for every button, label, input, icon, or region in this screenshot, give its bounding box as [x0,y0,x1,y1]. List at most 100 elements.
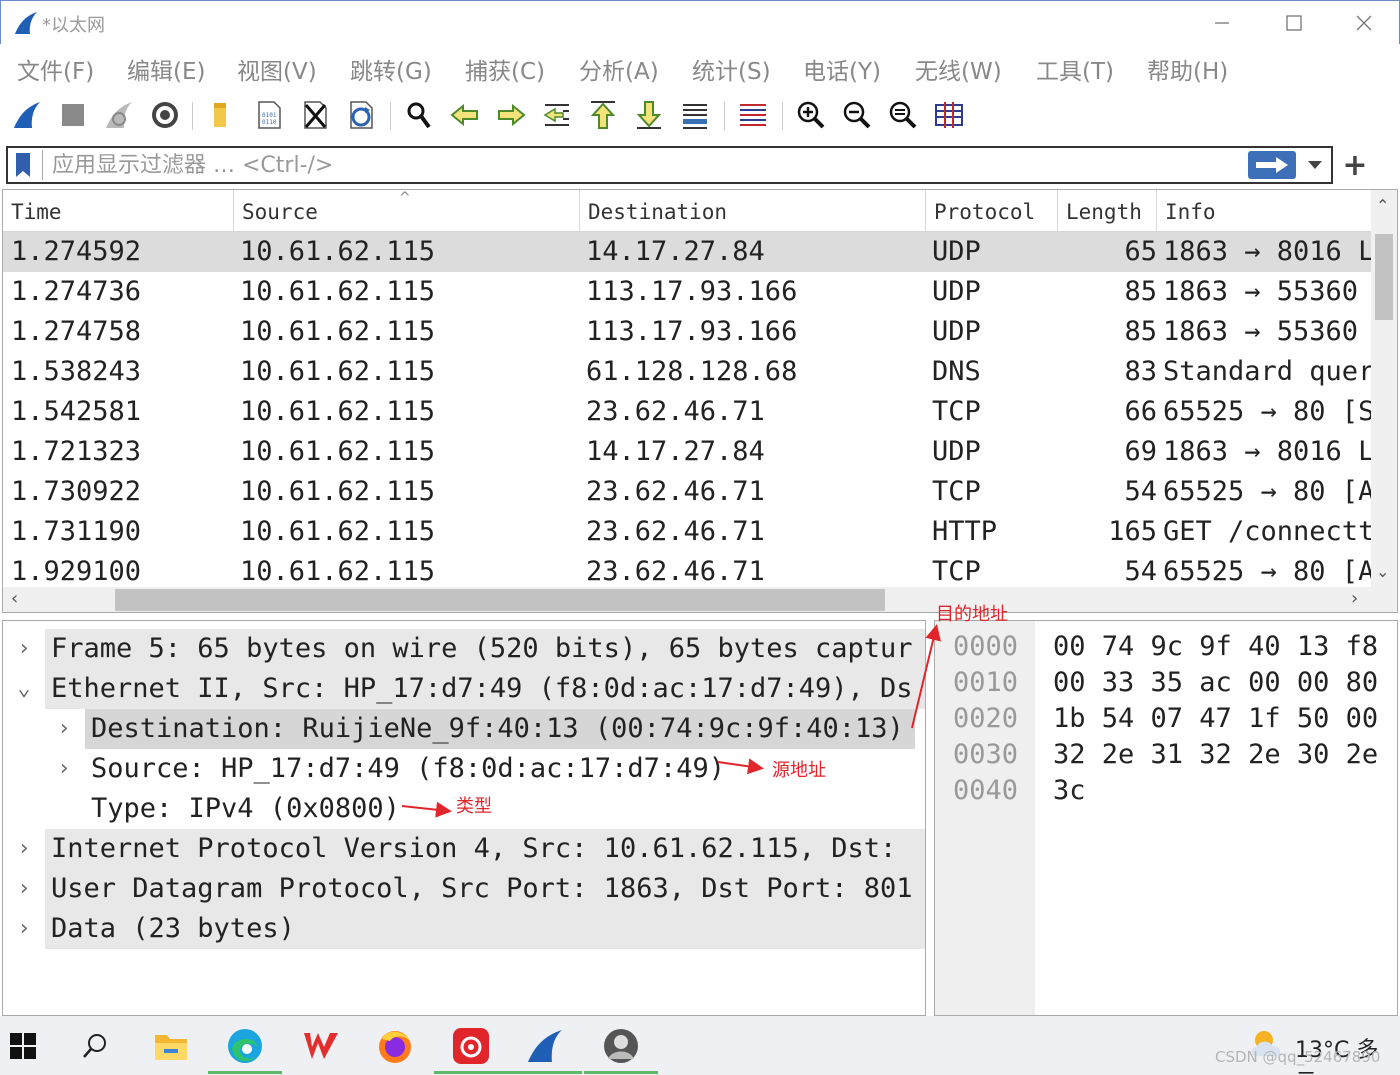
expand-chevron-icon[interactable]: › [13,829,35,869]
search-icon[interactable] [72,1024,118,1068]
close-file-icon[interactable] [298,98,332,132]
detail-row-data[interactable]: › Data (23 bytes) [3,909,925,949]
scroll-down-icon[interactable]: ⌄ [1376,562,1389,581]
scrollbar-thumb[interactable] [1375,234,1393,320]
menu-go[interactable]: 跳转(G) [350,52,432,86]
menu-telephony[interactable]: 电话(Y) [803,52,881,86]
minimize-icon[interactable] [1197,7,1247,39]
column-header-info[interactable]: Info [1157,190,1371,232]
column-header-destination[interactable]: Destination [580,190,926,232]
menu-statistics[interactable]: 统计(S) [692,52,771,86]
scrollbar-thumb[interactable] [115,589,885,611]
packet-list-pane: Time Source ^ Destination Protocol Lengt… [2,189,1398,613]
go-to-packet-icon[interactable] [540,98,574,132]
apply-filter-button[interactable] [1248,151,1296,179]
column-header-protocol[interactable]: Protocol [926,190,1058,232]
zoom-normal-icon[interactable] [886,98,920,132]
detail-row-ethernet[interactable]: ⌄ Ethernet II, Src: HP_17:d7:49 (f8:0d:a… [3,669,925,709]
edge-browser-icon[interactable] [208,1024,282,1074]
packet-row[interactable]: 1.929100 10.61.62.115 23.62.46.71 TCP 54… [3,552,1371,587]
close-icon[interactable] [1339,7,1389,39]
stop-square-icon[interactable] [56,98,90,132]
menu-file[interactable]: 文件(F) [17,52,94,86]
packet-time: 1.730922 [11,476,142,507]
find-magnifier-icon[interactable] [402,98,436,132]
expand-chevron-icon[interactable]: › [13,909,35,949]
scroll-right-icon[interactable]: › [1351,588,1358,609]
display-filter-input[interactable] [52,150,1242,180]
packet-row[interactable]: 1.274736 10.61.62.115 113.17.93.166 UDP … [3,272,1371,312]
menu-tools[interactable]: 工具(T) [1036,52,1114,86]
packet-row[interactable]: 1.542581 10.61.62.115 23.62.46.71 TCP 66… [3,392,1371,432]
scroll-left-icon[interactable]: ‹ [11,588,18,609]
user-avatar-icon[interactable] [584,1024,658,1074]
wps-office-icon[interactable] [298,1024,344,1068]
packet-list-vertical-scrollbar[interactable]: ⌃ ⌄ [1371,190,1397,587]
packet-time: 1.274736 [11,276,142,307]
packet-row[interactable]: 1.274592 10.61.62.115 14.17.27.84 UDP 65… [3,232,1371,272]
bytes-row[interactable]: 0030 32 2e 31 32 2e 30 2e [935,737,1397,773]
expand-chevron-icon[interactable]: › [13,629,35,669]
autoscroll-icon[interactable] [678,98,712,132]
packet-destination: 61.128.128.68 [586,356,798,387]
packet-time: 1.538243 [11,356,142,387]
go-forward-arrow-icon[interactable] [494,98,528,132]
packet-list-horizontal-scrollbar[interactable]: ‹ › [3,587,1397,612]
shark-fin-start-icon[interactable] [10,98,44,132]
main-toolbar: 0101 0110 [0,90,1400,140]
expand-chevron-icon[interactable]: › [53,709,75,749]
detail-row-frame[interactable]: › Frame 5: 65 bytes on wire (520 bits), … [3,629,925,669]
packet-details-pane: › Frame 5: 65 bytes on wire (520 bits), … [2,620,926,1016]
bytes-row[interactable]: 0020 1b 54 07 47 1f 50 00 [935,701,1397,737]
watermark-text: CSDN @qq_52467890 [1215,1048,1381,1066]
open-folder-icon[interactable] [204,98,238,132]
zoom-in-icon[interactable] [794,98,828,132]
reload-icon[interactable] [344,98,378,132]
column-header-length[interactable]: Length [1058,190,1157,232]
packet-row[interactable]: 1.730922 10.61.62.115 23.62.46.71 TCP 54… [3,472,1371,512]
column-header-time[interactable]: Time [3,190,234,232]
byte-offset: 0040 [953,775,1019,806]
menu-edit[interactable]: 编辑(E) [127,52,205,86]
expand-chevron-icon[interactable]: › [53,749,75,789]
detail-row-ipv4[interactable]: › Internet Protocol Version 4, Src: 10.6… [3,829,925,869]
detail-row-eth-destination[interactable]: › Destination: RuijieNe_9f:40:13 (00:74:… [3,709,925,749]
byte-offset: 0030 [953,739,1019,770]
last-packet-icon[interactable] [632,98,666,132]
bytes-row[interactable]: 0010 00 33 35 ac 00 00 80 [935,665,1397,701]
menu-view[interactable]: 视图(V) [237,52,317,86]
scroll-up-icon[interactable]: ⌃ [1376,196,1389,215]
packet-row[interactable]: 1.721323 10.61.62.115 14.17.27.84 UDP 69… [3,432,1371,472]
menu-wireless[interactable]: 无线(W) [915,52,1002,86]
bytes-row[interactable]: 0000 00 74 9c 9f 40 13 f8 [935,629,1397,665]
save-file-icon[interactable]: 0101 0110 [252,98,286,132]
wireshark-icon[interactable] [508,1024,582,1074]
packet-source: 10.61.62.115 [240,556,436,587]
resize-columns-icon[interactable] [932,98,966,132]
menu-analyze[interactable]: 分析(A) [579,52,659,86]
go-back-arrow-icon[interactable] [448,98,482,132]
expand-chevron-icon[interactable]: › [13,869,35,909]
capture-options-gear-icon[interactable] [148,98,182,132]
firefox-icon[interactable] [372,1024,418,1068]
menu-help[interactable]: 帮助(H) [1147,52,1228,86]
windows-start-icon[interactable] [0,1024,46,1068]
maximize-icon[interactable] [1269,7,1319,39]
menu-capture[interactable]: 捕获(C) [465,52,545,86]
first-packet-icon[interactable] [586,98,620,132]
detail-row-udp[interactable]: › User Datagram Protocol, Src Port: 1863… [3,869,925,909]
add-filter-button[interactable]: + [1340,148,1370,183]
bytes-row[interactable]: 0040 3c [935,773,1397,809]
netease-music-icon[interactable] [434,1024,508,1074]
colorize-icon[interactable] [736,98,770,132]
filter-history-dropdown[interactable] [1304,156,1326,174]
packet-row[interactable]: 1.731190 10.61.62.115 23.62.46.71 HTTP 1… [3,512,1371,552]
packet-info: 65525 → 80 [A [1163,556,1371,587]
file-explorer-icon[interactable] [148,1024,194,1068]
packet-row[interactable]: 1.538243 10.61.62.115 61.128.128.68 DNS … [3,352,1371,392]
packet-row[interactable]: 1.274758 10.61.62.115 113.17.93.166 UDP … [3,312,1371,352]
zoom-out-icon[interactable] [840,98,874,132]
bookmark-icon[interactable] [14,152,32,178]
collapse-chevron-icon[interactable]: ⌄ [13,669,35,709]
restart-fin-icon[interactable] [102,98,136,132]
